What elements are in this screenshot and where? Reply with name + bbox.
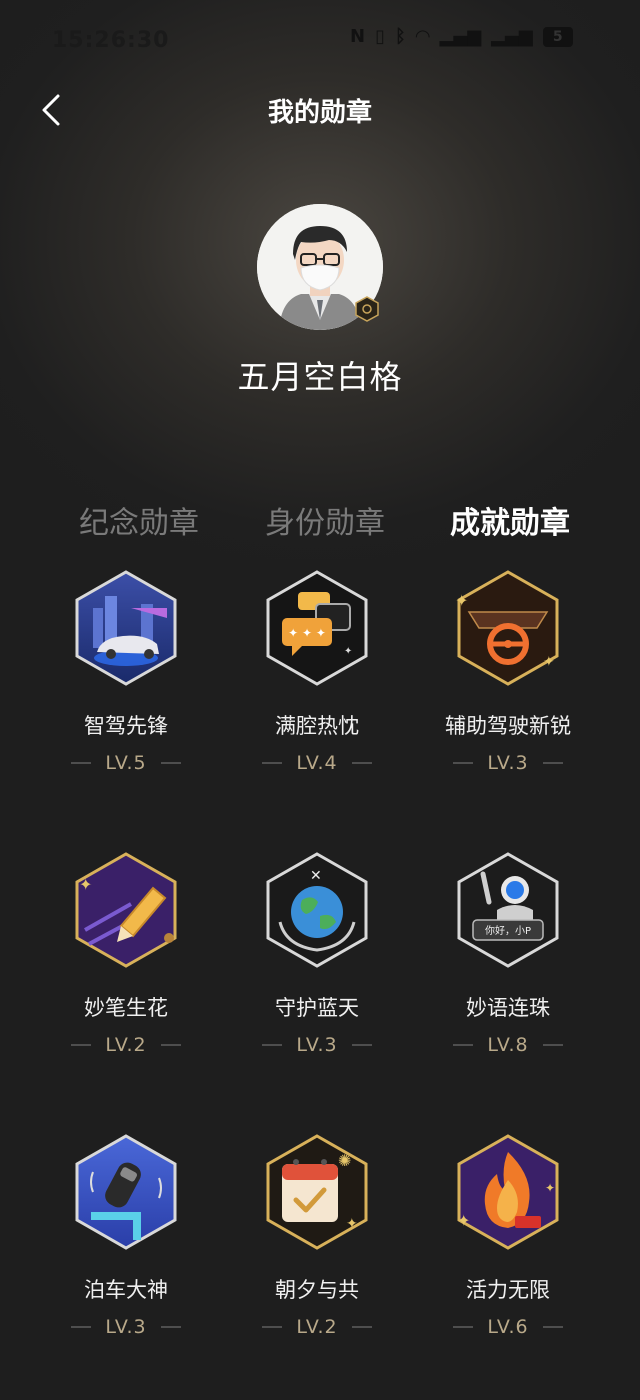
badge-level-text: LV.6	[487, 1316, 529, 1338]
user-name: 五月空白格	[237, 358, 403, 396]
status-icons: N ▯ ᛒ ◠ ▂▄▆ ▂▄▆ 5	[350, 26, 573, 47]
svg-text:✦: ✦	[344, 646, 352, 657]
badge-level-text: LV.8	[487, 1034, 529, 1056]
badge-item[interactable]: ✕ 守护蓝天 LV.3	[222, 850, 412, 1056]
badge-item[interactable]: 泊车大神 LV.3	[31, 1132, 221, 1338]
badge-name: 妙语连珠	[466, 996, 550, 1020]
badge-item[interactable]: 智驾先锋 LV.5	[31, 568, 221, 774]
badge-item[interactable]: ✺ ✦ 朝夕与共 LV.2	[222, 1132, 412, 1338]
tab-achievement[interactable]: 成就勋章	[420, 498, 600, 542]
divider	[71, 762, 92, 764]
divider	[262, 1326, 283, 1328]
badge-level: LV.8	[413, 1034, 603, 1056]
tab-identity[interactable]: 身份勋章	[235, 498, 415, 542]
badge-level: LV.2	[222, 1316, 412, 1338]
pencil-icon: ✦	[75, 852, 177, 968]
divider	[71, 1326, 92, 1328]
badge-name: 满腔热忱	[275, 714, 359, 738]
badge-level-text: LV.3	[105, 1316, 147, 1338]
steering-wheel-icon: ✦ ✦	[455, 570, 559, 686]
battery-icon: 5	[542, 26, 573, 47]
divider	[542, 1326, 563, 1328]
signal-5g-icon: ▂▄▆	[439, 26, 482, 47]
badge-level: LV.5	[31, 752, 221, 774]
divider	[453, 762, 474, 764]
svg-text:✦ ✦ ✦: ✦ ✦ ✦	[288, 626, 326, 640]
parking-car-icon	[75, 1134, 177, 1250]
divider	[160, 1044, 181, 1046]
badge-item[interactable]: ✦ ✦ 辅助驾驶新锐 LV.3	[413, 568, 603, 774]
svg-text:✦: ✦	[79, 875, 92, 894]
badge-level-text: LV.4	[296, 752, 338, 774]
divider	[160, 1326, 181, 1328]
badge-name: 守护蓝天	[275, 996, 359, 1020]
vibrate-icon: ▯	[375, 26, 385, 47]
signal-5g-icon-2: ▂▄▆	[491, 26, 533, 47]
divider	[351, 1326, 372, 1328]
divider	[351, 762, 372, 764]
nfc-icon: N	[350, 26, 366, 47]
badge-level-text: LV.3	[487, 752, 529, 774]
badge-level: LV.2	[31, 1034, 221, 1056]
badge-item[interactable]: ✦ ✦ ✦ ✦ 满腔热忱 LV.4	[222, 568, 412, 774]
badge-name: 泊车大神	[84, 1278, 168, 1302]
wifi-icon: ◠	[415, 26, 430, 47]
badge-level: LV.6	[413, 1316, 603, 1338]
svg-text:✦: ✦	[346, 1216, 358, 1232]
robot-bubble-text: 你好，小P	[485, 924, 531, 937]
badge-level-text: LV.2	[296, 1316, 338, 1338]
divider	[160, 762, 181, 764]
badge-name: 妙笔生花	[84, 996, 168, 1020]
robot-greeting-icon: 你好，小P	[457, 852, 559, 968]
badge-level-text: LV.3	[296, 1034, 338, 1056]
divider	[542, 762, 563, 764]
tab-commemorative[interactable]: 纪念勋章	[49, 498, 229, 542]
divider	[351, 1044, 372, 1046]
badge-name: 活力无限	[466, 1278, 550, 1302]
divider	[542, 1044, 563, 1046]
chat-bubbles-icon: ✦ ✦ ✦ ✦	[266, 570, 368, 686]
svg-text:✦: ✦	[543, 654, 555, 670]
bluetooth-icon: ᛒ	[394, 26, 406, 47]
earth-hands-icon: ✕	[266, 852, 368, 968]
badge-name: 辅助驾驶新锐	[445, 714, 571, 738]
divider	[262, 762, 283, 764]
svg-text:✦: ✦	[545, 1181, 555, 1195]
status-time: 15:26:30	[52, 28, 170, 53]
badge-level: LV.3	[413, 752, 603, 774]
svg-text:✦: ✦	[457, 1211, 470, 1230]
divider	[453, 1326, 474, 1328]
badge-level-text: LV.2	[105, 1034, 147, 1056]
divider	[262, 1044, 283, 1046]
divider	[453, 1044, 474, 1046]
badge-level: LV.4	[222, 752, 412, 774]
badge-item[interactable]: ✦ 妙笔生花 LV.2	[31, 850, 221, 1056]
badge-level: LV.3	[222, 1034, 412, 1056]
svg-text:✦: ✦	[455, 591, 468, 610]
badge-name: 朝夕与共	[275, 1278, 359, 1302]
divider	[71, 1044, 92, 1046]
badge-level: LV.3	[31, 1316, 221, 1338]
svg-text:✕: ✕	[310, 868, 322, 884]
badge-item[interactable]: 你好，小P 妙语连珠 LV.8	[413, 850, 603, 1056]
smart-driving-car-icon	[75, 570, 177, 686]
badge-name: 智驾先锋	[84, 714, 168, 738]
page-title: 我的勋章	[267, 98, 372, 128]
flame-icon: ✦ ✦	[457, 1134, 559, 1250]
verified-badge-icon	[354, 296, 380, 322]
svg-text:✺: ✺	[338, 1151, 351, 1170]
badge-item[interactable]: ✦ ✦ 活力无限 LV.6	[413, 1132, 603, 1338]
badge-level-text: LV.5	[105, 752, 147, 774]
calendar-check-icon: ✺ ✦	[266, 1134, 368, 1250]
